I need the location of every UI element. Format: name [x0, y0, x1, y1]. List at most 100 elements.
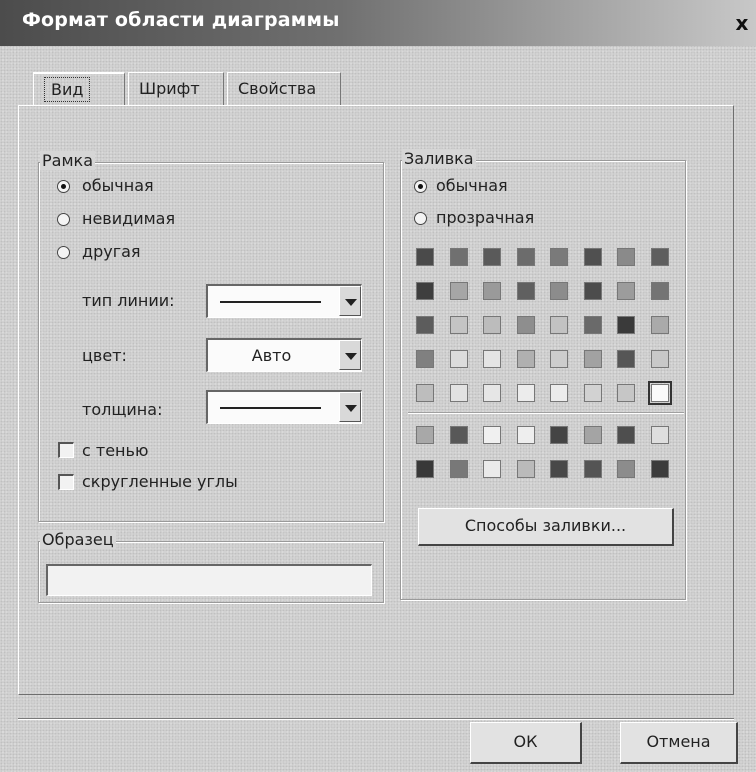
- fill-color-swatch[interactable]: [449, 384, 468, 402]
- fill-color-swatch[interactable]: [650, 316, 669, 334]
- fill-extra-color-swatch[interactable]: [449, 460, 468, 478]
- frame-custom-label[interactable]: другая: [82, 242, 141, 261]
- fill-color-swatch[interactable]: [650, 350, 669, 368]
- close-icon[interactable]: x: [732, 13, 752, 34]
- fill-color-swatch[interactable]: [516, 350, 535, 368]
- tab-properties-label: Свойства: [238, 79, 317, 98]
- frame-normal-label[interactable]: обычная: [82, 176, 154, 195]
- cancel-button[interactable]: Отмена: [620, 722, 738, 764]
- rounded-corners-label[interactable]: скругленные углы: [82, 472, 238, 491]
- fill-color-swatch[interactable]: [416, 316, 434, 334]
- fill-effects-button[interactable]: Способы заливки...: [418, 508, 674, 546]
- fill-color-swatch[interactable]: [583, 282, 602, 300]
- sample-preview: [46, 564, 372, 596]
- fill-color-swatch[interactable]: [449, 316, 468, 334]
- shadow-checkbox[interactable]: [58, 442, 74, 458]
- fill-color-swatch[interactable]: [483, 384, 501, 402]
- thickness-select[interactable]: [206, 390, 362, 424]
- fill-color-swatch[interactable]: [516, 316, 535, 334]
- fill-normal-radio[interactable]: [414, 180, 427, 193]
- fill-extra-color-swatch[interactable]: [483, 460, 501, 478]
- fill-color-swatch[interactable]: [416, 350, 434, 368]
- fill-extra-color-swatch[interactable]: [449, 426, 468, 444]
- fill-extra-color-swatch[interactable]: [617, 426, 635, 444]
- fill-extra-color-swatch[interactable]: [583, 460, 602, 478]
- fill-extra-color-swatch[interactable]: [550, 426, 568, 444]
- fill-color-swatch[interactable]: [617, 248, 635, 266]
- fill-color-swatch[interactable]: [516, 384, 535, 402]
- fill-color-swatch[interactable]: [647, 381, 672, 405]
- fill-color-swatch[interactable]: [449, 248, 468, 266]
- fill-color-swatch[interactable]: [449, 350, 468, 368]
- rounded-corners-checkbox[interactable]: [58, 474, 74, 490]
- fill-color-swatch[interactable]: [583, 248, 602, 266]
- fill-color-swatch[interactable]: [550, 350, 568, 368]
- fill-color-swatch[interactable]: [516, 282, 535, 300]
- line-type-label: тип линии:: [82, 291, 175, 310]
- frame-invisible-label[interactable]: невидимая: [82, 209, 175, 228]
- fill-extra-color-swatch[interactable]: [617, 460, 635, 478]
- window-title: Формат области диаграммы: [22, 9, 340, 31]
- fill-color-swatch[interactable]: [483, 350, 501, 368]
- fill-color-swatch[interactable]: [416, 384, 434, 402]
- fill-extra-color-swatch[interactable]: [416, 426, 434, 444]
- fill-color-swatch[interactable]: [617, 350, 635, 368]
- frame-invisible-radio[interactable]: [57, 213, 70, 226]
- fill-color-swatch[interactable]: [483, 248, 501, 266]
- fill-color-swatch[interactable]: [550, 248, 568, 266]
- ok-button[interactable]: ОК: [470, 722, 582, 764]
- fill-color-swatch[interactable]: [516, 248, 535, 266]
- line-type-dropdown-icon[interactable]: [339, 286, 361, 316]
- fill-color-swatch[interactable]: [550, 282, 568, 300]
- fill-color-swatch[interactable]: [483, 316, 501, 334]
- thickness-label: толщина:: [82, 400, 163, 419]
- title-bar: Формат области диаграммы x: [0, 0, 756, 46]
- fill-color-swatch[interactable]: [617, 316, 635, 334]
- color-select[interactable]: Авто: [206, 338, 362, 372]
- sample-legend: Образец: [40, 530, 116, 549]
- dialog-separator: [18, 718, 734, 720]
- fill-color-swatch[interactable]: [650, 282, 669, 300]
- tab-properties[interactable]: Свойства: [227, 72, 341, 106]
- fill-color-swatch[interactable]: [583, 316, 602, 334]
- color-value: Авто: [251, 346, 292, 365]
- color-dropdown-icon[interactable]: [339, 340, 361, 370]
- fill-extra-color-swatch[interactable]: [516, 460, 535, 478]
- tab-vid-label: Вид: [44, 77, 91, 102]
- palette-divider: [408, 412, 684, 414]
- fill-extra-color-swatch[interactable]: [650, 460, 669, 478]
- fill-legend: Заливка: [402, 149, 476, 168]
- fill-extra-color-swatch[interactable]: [550, 460, 568, 478]
- frame-legend: Рамка: [40, 151, 95, 170]
- fill-extra-color-swatch[interactable]: [416, 460, 434, 478]
- fill-color-swatch[interactable]: [583, 350, 602, 368]
- frame-custom-radio[interactable]: [57, 246, 70, 259]
- fill-color-swatch[interactable]: [449, 282, 468, 300]
- fill-color-swatch[interactable]: [550, 316, 568, 334]
- fill-color-swatch[interactable]: [416, 282, 434, 300]
- fill-transparent-label[interactable]: прозрачная: [436, 208, 534, 227]
- line-type-select[interactable]: [206, 284, 362, 318]
- frame-normal-radio[interactable]: [57, 180, 70, 193]
- fill-color-swatch[interactable]: [550, 384, 568, 402]
- fill-extra-color-swatch[interactable]: [650, 426, 669, 444]
- fill-extra-color-swatch[interactable]: [483, 426, 501, 444]
- thickness-dropdown-icon[interactable]: [339, 392, 361, 422]
- fill-transparent-radio[interactable]: [414, 212, 427, 225]
- fill-color-swatch[interactable]: [583, 384, 602, 402]
- fill-color-swatch[interactable]: [650, 248, 669, 266]
- fill-extra-color-swatch[interactable]: [516, 426, 535, 444]
- tab-font[interactable]: Шрифт: [128, 72, 224, 106]
- tab-vid[interactable]: Вид: [33, 72, 125, 106]
- line-style-preview: [220, 301, 321, 303]
- fill-color-swatch[interactable]: [416, 248, 434, 266]
- fill-extra-color-swatch[interactable]: [583, 426, 602, 444]
- fill-normal-label[interactable]: обычная: [436, 176, 508, 195]
- thickness-preview: [220, 407, 321, 409]
- fill-color-swatch[interactable]: [483, 282, 501, 300]
- fill-color-swatch[interactable]: [617, 282, 635, 300]
- color-label: цвет:: [82, 346, 127, 365]
- tab-font-label: Шрифт: [139, 79, 200, 98]
- fill-color-swatch[interactable]: [617, 384, 635, 402]
- shadow-label[interactable]: с тенью: [82, 441, 148, 460]
